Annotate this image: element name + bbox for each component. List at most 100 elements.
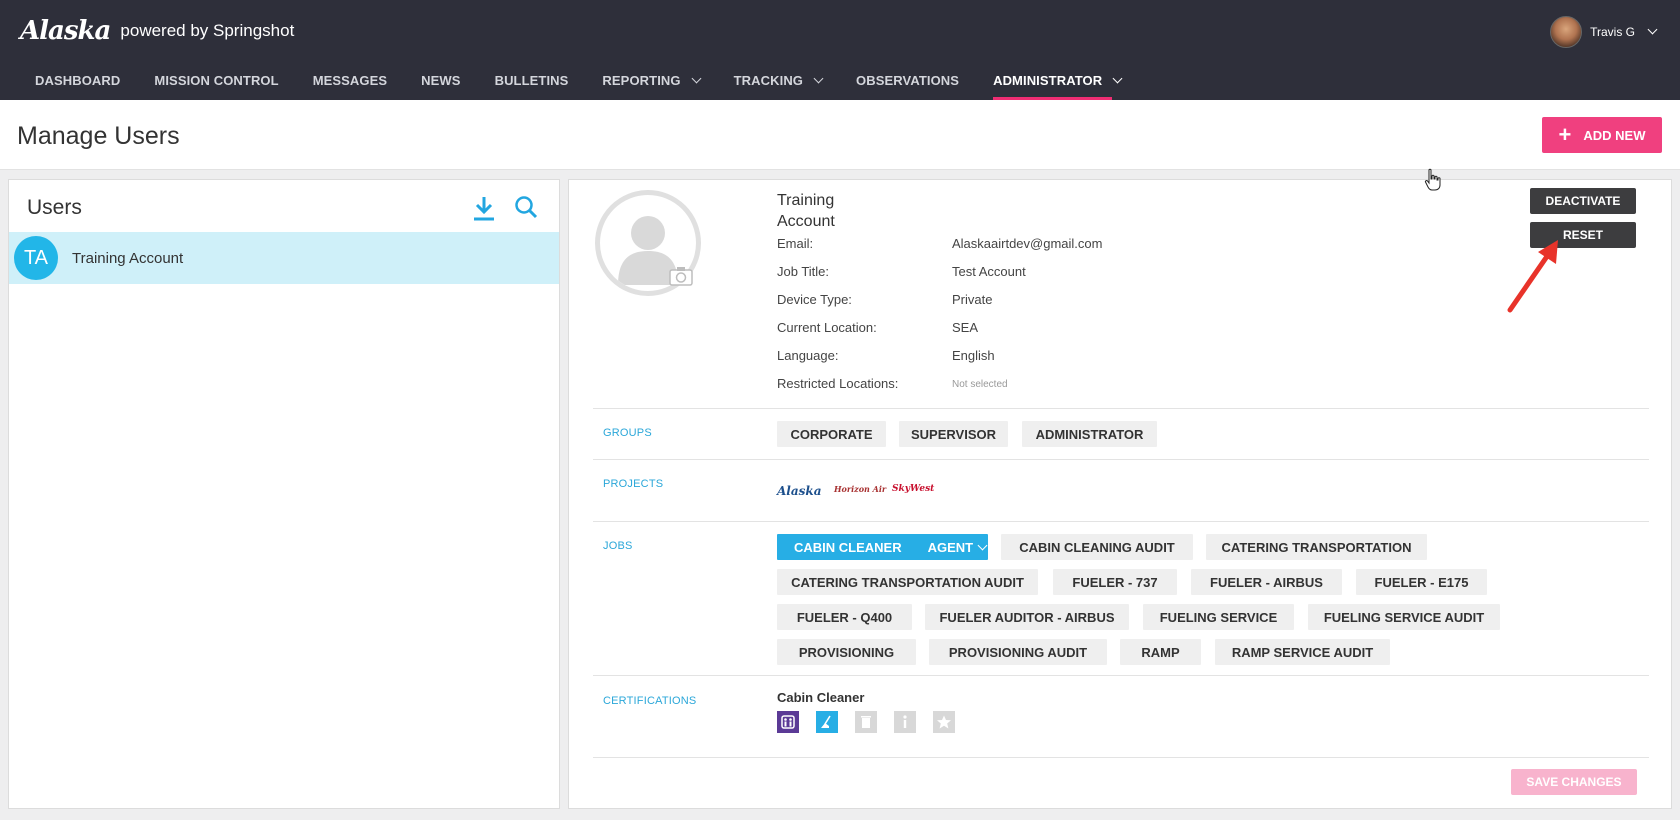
job-tag[interactable]: CATERING TRANSPORTATION AUDIT bbox=[777, 569, 1038, 595]
current-location-label: Current Location: bbox=[777, 320, 877, 335]
user-name: Travis G bbox=[1590, 25, 1635, 39]
restricted-locations-label: Restricted Locations: bbox=[777, 376, 899, 391]
brand-subtitle: powered by Springshot bbox=[120, 21, 295, 40]
brand[interactable]: Alaska powered by Springshot bbox=[20, 16, 294, 46]
job-title-label: Job Title: bbox=[777, 264, 830, 279]
divider bbox=[593, 521, 1649, 522]
nav-label: TRACKING bbox=[733, 73, 804, 88]
chevron-down-icon bbox=[691, 73, 702, 84]
lavatory-icon[interactable] bbox=[777, 711, 799, 733]
job-tag[interactable]: FUELER - Q400 bbox=[777, 604, 912, 630]
nav-label: BULLETINS bbox=[494, 73, 569, 88]
job-tag[interactable]: FUELER - E175 bbox=[1356, 569, 1487, 595]
job-tag[interactable]: CATERING TRANSPORTATION bbox=[1206, 534, 1427, 560]
group-tag-supervisor[interactable]: SUPERVISOR bbox=[899, 421, 1008, 447]
job-tag[interactable]: RAMP SERVICE AUDIT bbox=[1215, 639, 1390, 665]
current-location-value: SEA bbox=[952, 320, 979, 335]
nav-label: ADMINISTRATOR bbox=[993, 73, 1103, 88]
main-nav: DASHBOARD MISSION CONTROL MESSAGES NEWS … bbox=[18, 62, 1138, 100]
camera-icon[interactable] bbox=[669, 266, 693, 286]
group-tag-corporate[interactable]: CORPORATE bbox=[777, 421, 886, 447]
job-role-dropdown[interactable]: AGENT bbox=[927, 539, 988, 555]
star-icon[interactable] bbox=[933, 711, 955, 733]
job-tag[interactable]: FUELER - AIRBUS bbox=[1191, 569, 1342, 595]
user-menu[interactable]: Travis G bbox=[1550, 16, 1658, 48]
nav-label: REPORTING bbox=[602, 73, 681, 88]
user-list-item[interactable]: TA Training Account bbox=[9, 232, 559, 284]
nav-bulletins[interactable]: BULLETINS bbox=[478, 62, 586, 100]
nav-label: MISSION CONTROL bbox=[154, 73, 279, 88]
device-type-label: Device Type: bbox=[777, 292, 852, 307]
nav-dashboard[interactable]: DASHBOARD bbox=[18, 62, 137, 100]
jobs-label: JOBS bbox=[603, 540, 633, 552]
chevron-down-icon bbox=[977, 540, 988, 550]
user-initials-avatar: TA bbox=[14, 236, 58, 280]
top-bar: Alaska powered by Springshot Travis G DA… bbox=[0, 0, 1680, 100]
language-value: English bbox=[952, 348, 995, 363]
chevron-down-icon bbox=[1112, 73, 1123, 84]
page-header: Manage Users + ADD NEW bbox=[0, 100, 1680, 170]
job-tag[interactable]: FUELING SERVICE bbox=[1143, 604, 1294, 630]
nav-label: NEWS bbox=[421, 73, 461, 88]
avatar bbox=[1550, 16, 1583, 48]
email-label: Email: bbox=[777, 236, 814, 251]
vacuum-icon[interactable] bbox=[816, 711, 838, 733]
plus-icon: + bbox=[1558, 122, 1572, 147]
job-role: AGENT bbox=[927, 539, 974, 555]
search-icon[interactable] bbox=[513, 194, 539, 222]
nav-label: OBSERVATIONS bbox=[856, 73, 960, 88]
nav-mission-control[interactable]: MISSION CONTROL bbox=[137, 62, 295, 100]
project-logo-horizon[interactable]: Horizon Air bbox=[834, 484, 886, 494]
project-logo-skywest[interactable]: SkyWest bbox=[892, 484, 934, 494]
job-tag[interactable]: FUELER - 737 bbox=[1053, 569, 1177, 595]
project-logo-alaska[interactable]: Alaska bbox=[777, 484, 822, 498]
info-icon[interactable] bbox=[894, 711, 916, 733]
alaska-logo: Alaska bbox=[20, 16, 111, 46]
job-tag[interactable]: FUELING SERVICE AUDIT bbox=[1308, 604, 1500, 630]
add-new-button[interactable]: + ADD NEW bbox=[1542, 117, 1662, 153]
chevron-down-icon bbox=[1647, 24, 1658, 34]
job-title-value: Test Account bbox=[952, 264, 1026, 279]
divider bbox=[593, 675, 1649, 676]
job-tag[interactable]: PROVISIONING AUDIT bbox=[929, 639, 1107, 665]
nav-label: MESSAGES bbox=[312, 73, 388, 88]
job-tag[interactable]: RAMP bbox=[1120, 639, 1201, 665]
job-tag-cabin-cleaner-selected[interactable]: CABIN CLEANER AGENT bbox=[777, 534, 988, 560]
email-value: Alaskaairtdev@gmail.com bbox=[952, 236, 1103, 251]
job-tag[interactable]: FUELER AUDITOR - AIRBUS bbox=[925, 604, 1129, 630]
user-list-name: Training Account bbox=[72, 249, 184, 267]
download-icon[interactable] bbox=[471, 194, 497, 222]
page-title: Manage Users bbox=[17, 122, 180, 150]
projects-label: PROJECTS bbox=[603, 478, 664, 490]
nav-messages[interactable]: MESSAGES bbox=[296, 62, 404, 100]
nav-label: DASHBOARD bbox=[35, 73, 121, 88]
nav-administrator[interactable]: ADMINISTRATOR bbox=[976, 62, 1138, 100]
users-panel-title: Users bbox=[27, 196, 82, 219]
detail-user-name: Training Account bbox=[777, 192, 835, 230]
job-tag[interactable]: CABIN CLEANING AUDIT bbox=[1001, 534, 1193, 560]
annotation-arrow-icon bbox=[1507, 240, 1558, 313]
chevron-down-icon bbox=[813, 73, 824, 84]
job-tag[interactable]: PROVISIONING bbox=[777, 639, 916, 665]
certifications-label: CERTIFICATIONS bbox=[603, 695, 697, 707]
divider bbox=[593, 459, 1649, 460]
language-label: Language: bbox=[777, 348, 839, 363]
users-panel: Users TA Training Account bbox=[8, 179, 560, 809]
divider bbox=[593, 408, 1649, 409]
nav-reporting[interactable]: REPORTING bbox=[585, 62, 716, 100]
nav-news[interactable]: NEWS bbox=[404, 62, 477, 100]
group-tag-administrator[interactable]: ADMINISTRATOR bbox=[1022, 421, 1157, 447]
trash-icon[interactable] bbox=[855, 711, 877, 733]
divider bbox=[593, 757, 1649, 758]
device-type-value: Private bbox=[952, 292, 993, 307]
certification-title: Cabin Cleaner bbox=[777, 690, 865, 705]
restricted-locations-value: Not selected bbox=[952, 379, 1008, 390]
deactivate-button[interactable]: DEACTIVATE bbox=[1530, 188, 1636, 214]
hand-cursor-icon bbox=[1424, 168, 1441, 191]
job-name: CABIN CLEANER bbox=[794, 539, 902, 555]
nav-tracking[interactable]: TRACKING bbox=[717, 62, 839, 100]
save-changes-button[interactable]: SAVE CHANGES bbox=[1511, 769, 1637, 795]
groups-label: GROUPS bbox=[603, 427, 652, 439]
nav-observations[interactable]: OBSERVATIONS bbox=[839, 62, 976, 100]
add-new-label: ADD NEW bbox=[1583, 127, 1646, 143]
